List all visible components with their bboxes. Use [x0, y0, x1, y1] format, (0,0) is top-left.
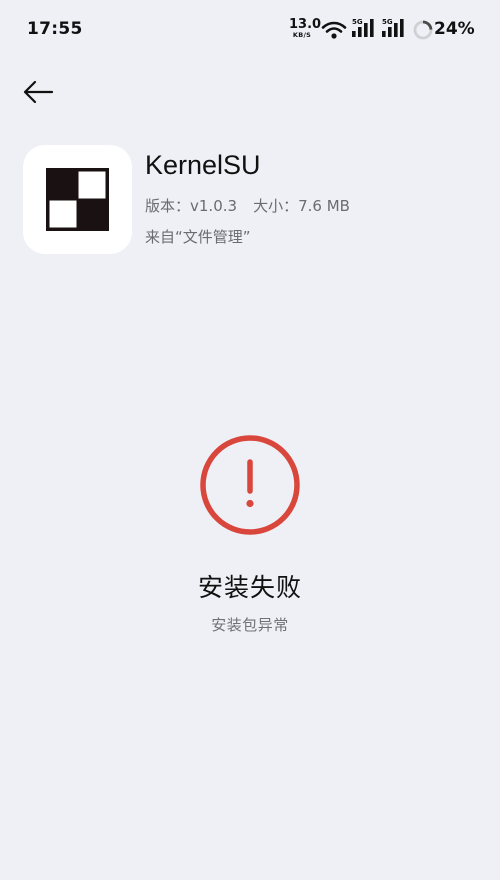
status-time: 17:55	[27, 19, 83, 39]
network-speed: 13.0 KB/S	[289, 17, 322, 39]
arrow-left-icon	[23, 80, 54, 104]
app-icon	[23, 145, 132, 254]
battery-percent: 24%	[434, 19, 475, 39]
network-speed-unit: KB/S	[292, 31, 312, 39]
install-result-screen: 17:55 13.0 KB/S 5G 5G 24% KernelSU 版本：v1…	[0, 0, 500, 880]
app-name: KernelSU	[145, 150, 261, 180]
version-value: v1.0.3	[190, 197, 238, 215]
app-version-size: 版本：v1.0.3 大小：7.6 MB	[145, 195, 350, 216]
kernelsu-logo-icon	[46, 168, 109, 231]
size-value: 7.6 MB	[298, 197, 350, 215]
install-result-title: 安装失败	[197, 573, 302, 602]
size-label: 大小：	[253, 197, 299, 215]
status-bar: 17:55 13.0 KB/S 5G 5G 24%	[0, 0, 500, 60]
wifi-icon	[321, 21, 347, 39]
install-result-subtitle: 安装包异常	[211, 616, 289, 634]
version-label: 版本：	[145, 197, 191, 215]
signal-bars-icon	[382, 19, 404, 37]
cellular-signal-2: 5G	[382, 18, 406, 40]
app-source: 来自“文件管理”	[145, 228, 251, 246]
error-exclamation-icon	[200, 435, 300, 535]
cellular-signal-1: 5G	[352, 18, 376, 40]
battery-ring-icon	[413, 20, 433, 40]
network-speed-value: 13.0	[289, 17, 322, 32]
signal-bars-icon	[352, 19, 374, 37]
back-button[interactable]	[18, 74, 58, 110]
